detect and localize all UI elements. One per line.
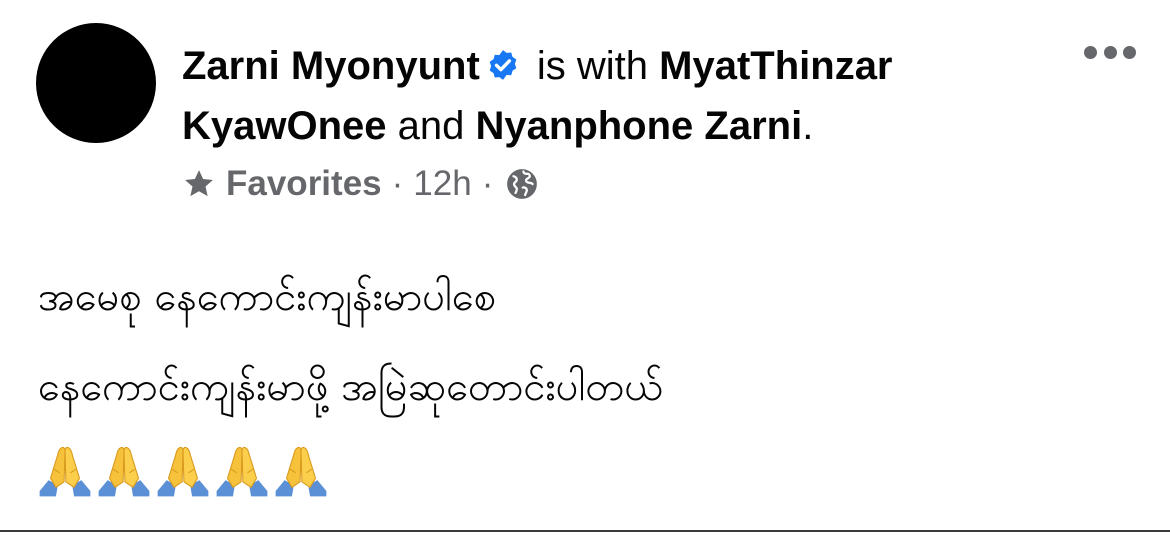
post-card: Zarni Myonyunt is with MyatThinzar KyawO… xyxy=(0,0,1170,536)
post-body: အမေစု နေကောင်းကျန်းမာပါစေ နေကောင်းကျန်းမ… xyxy=(38,252,663,432)
post-text-line: နေကောင်းကျန်းမာဖို့ အမြဲဆုတောင်းပါတယ် xyxy=(38,364,664,410)
folded-hands-emoji xyxy=(216,446,268,497)
more-dot-icon xyxy=(1123,45,1136,59)
separator-dot: · xyxy=(391,164,404,203)
folded-hands-emoji xyxy=(39,446,91,497)
author-avatar[interactable] xyxy=(36,23,156,143)
period-text: . xyxy=(802,104,814,148)
post-text-line: အမေစု နေကောင်းကျန်းမာပါစေ xyxy=(38,274,497,320)
post-time[interactable]: 12h xyxy=(413,164,471,204)
globe-icon[interactable] xyxy=(505,167,539,201)
separator-dot: · xyxy=(481,164,494,203)
more-options-button[interactable] xyxy=(1084,40,1136,64)
verified-badge-icon xyxy=(489,50,517,80)
author-name[interactable]: Zarni Myonyunt xyxy=(182,44,480,88)
more-dot-icon xyxy=(1103,45,1117,59)
folded-hands-emoji xyxy=(275,446,327,497)
folded-hands-emoji xyxy=(98,446,150,497)
tagged-user-2[interactable]: Nyanphone Zarni xyxy=(476,104,803,148)
audience-label[interactable]: Favorites xyxy=(226,164,382,204)
with-text: is with xyxy=(525,44,660,88)
and-text: and xyxy=(386,104,476,148)
post-header: Zarni Myonyunt is with MyatThinzar KyawO… xyxy=(182,36,1042,156)
emoji-row xyxy=(36,442,331,500)
more-dot-icon xyxy=(1084,45,1097,59)
post-meta: Favorites · 12h · xyxy=(182,162,539,206)
star-icon xyxy=(185,170,213,197)
divider xyxy=(0,530,1170,532)
folded-hands-emoji xyxy=(157,446,209,497)
